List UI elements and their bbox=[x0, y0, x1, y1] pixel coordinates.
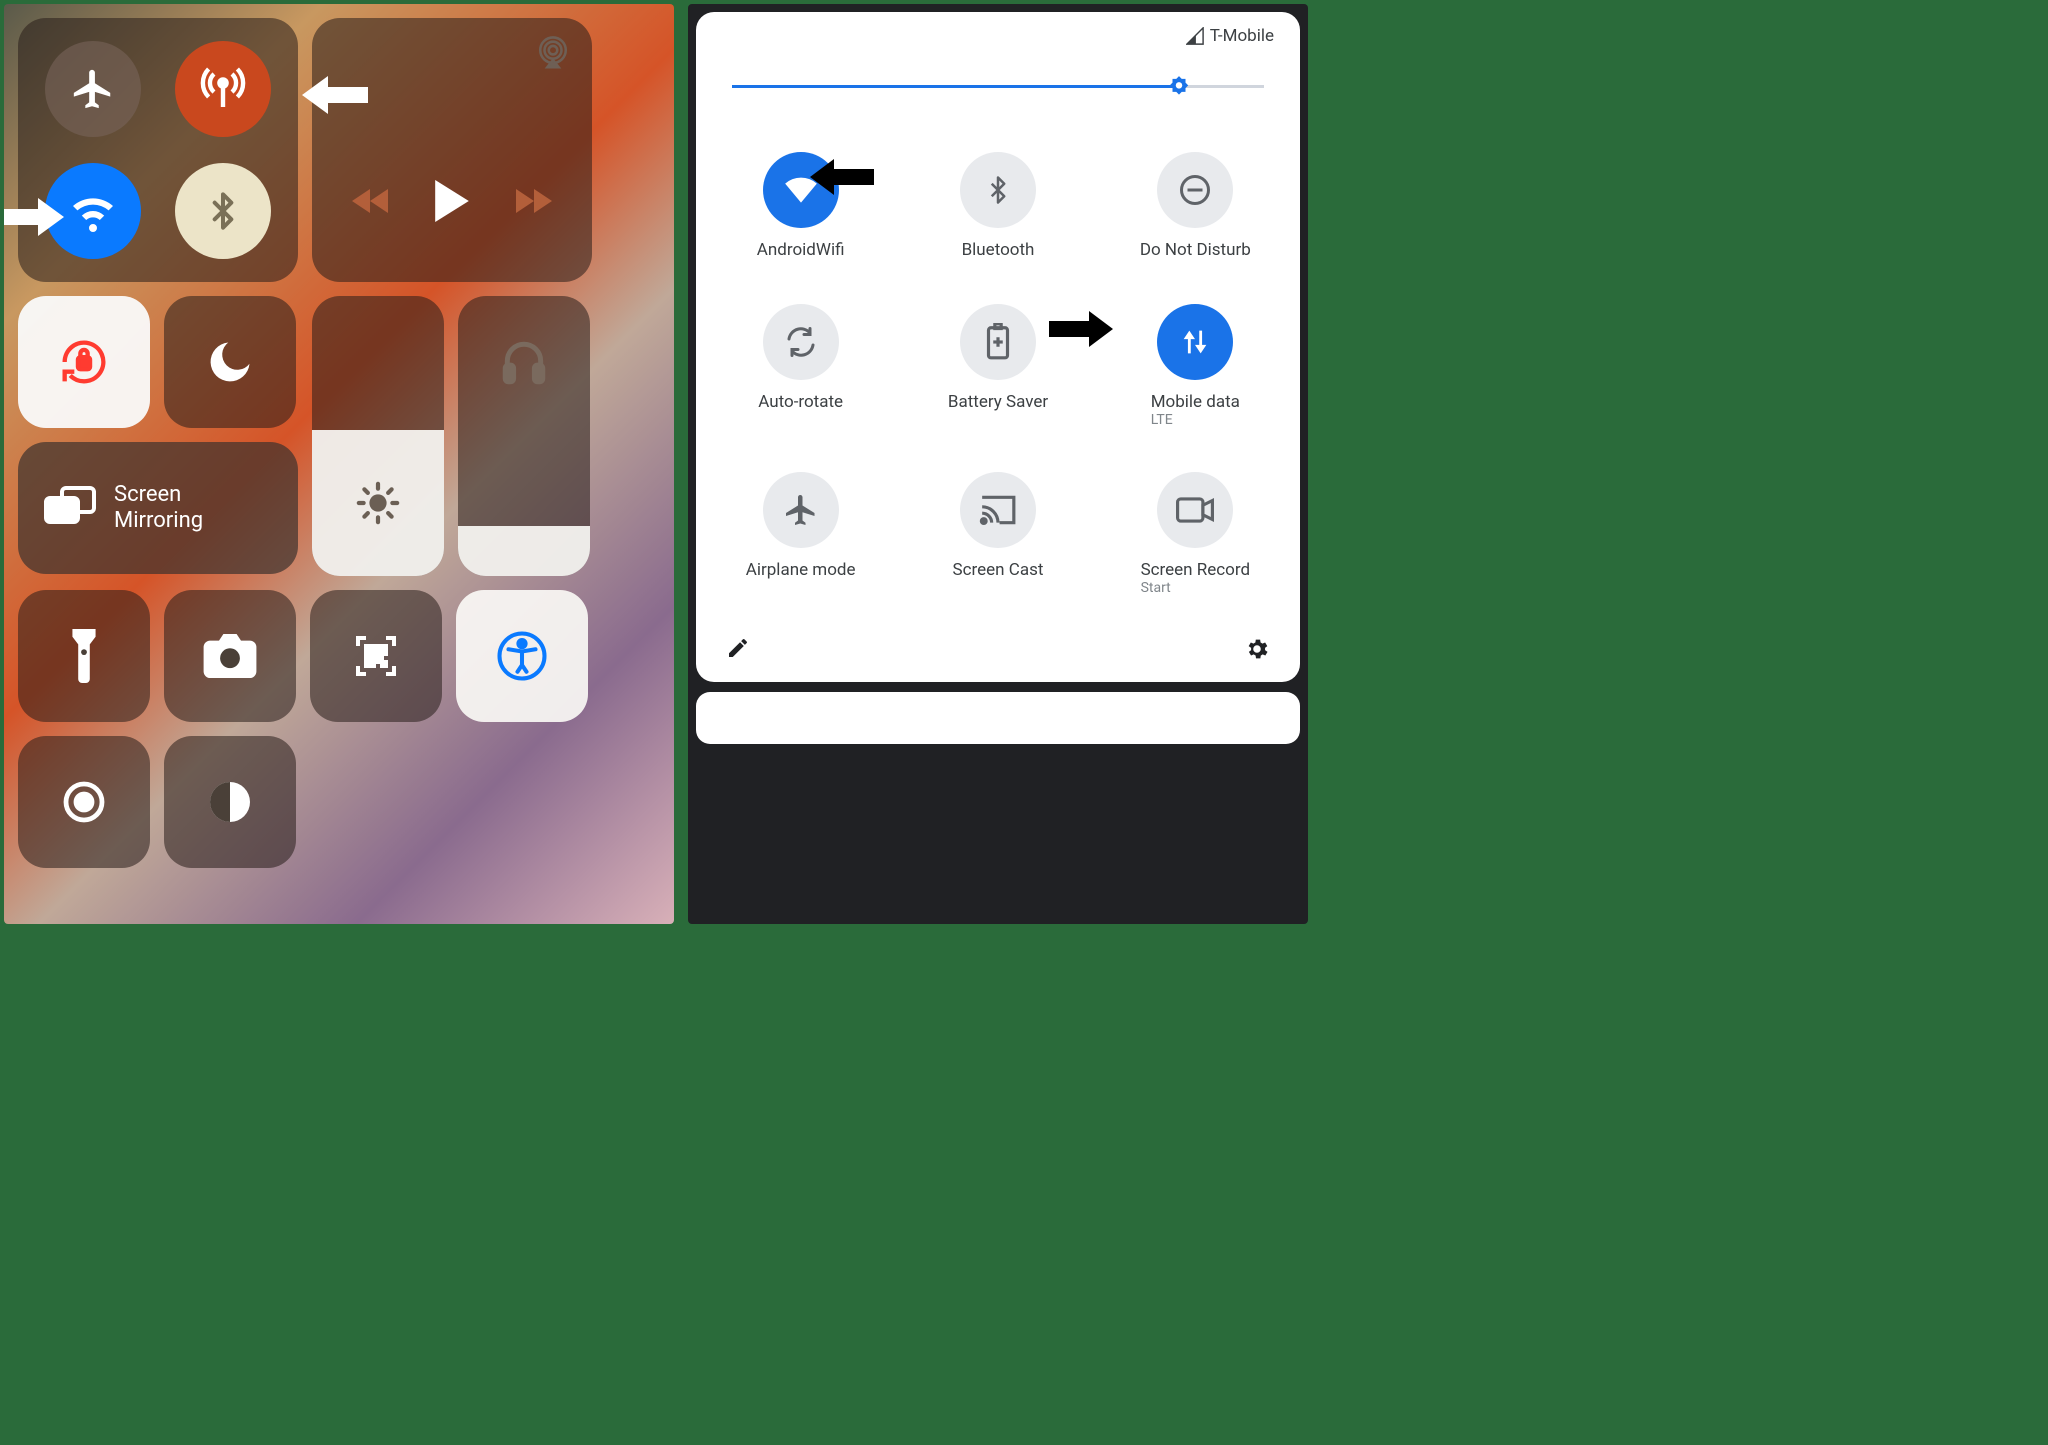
screen-record-button[interactable] bbox=[18, 736, 150, 868]
annotation-arrow-mobiledata bbox=[1049, 308, 1113, 354]
record-label: Screen Record bbox=[1141, 560, 1251, 580]
annotation-arrow-cellular bbox=[302, 72, 368, 122]
orientation-lock-toggle[interactable] bbox=[18, 296, 150, 428]
airplane-mode-toggle[interactable] bbox=[45, 41, 141, 137]
edit-tiles-button[interactable] bbox=[726, 636, 750, 666]
settings-button[interactable] bbox=[1244, 636, 1270, 666]
quick-settings-card: T-Mobile AndroidWifi Bluetooth bbox=[696, 12, 1300, 682]
wifi-icon bbox=[69, 187, 117, 235]
forward-button[interactable] bbox=[516, 186, 552, 216]
annotation-arrow-wifi bbox=[810, 156, 874, 202]
bluetooth-label: Bluetooth bbox=[962, 240, 1035, 260]
dnd-icon bbox=[1177, 172, 1213, 208]
record-icon bbox=[60, 778, 108, 826]
cast-label: Screen Cast bbox=[953, 560, 1044, 580]
camera-button[interactable] bbox=[164, 590, 296, 722]
contrast-icon bbox=[206, 778, 254, 826]
qr-scanner-button[interactable] bbox=[310, 590, 442, 722]
play-button[interactable] bbox=[434, 180, 470, 222]
rotation-lock-icon bbox=[55, 333, 113, 391]
record-video-icon bbox=[1176, 496, 1214, 524]
rewind-button[interactable] bbox=[352, 186, 388, 216]
carrier-label: T-Mobile bbox=[1210, 26, 1274, 46]
screen-mirroring-label: Screen Mirroring bbox=[114, 482, 203, 535]
flashlight-icon bbox=[67, 629, 101, 683]
screen-mirroring-icon bbox=[44, 486, 96, 530]
autorotate-icon bbox=[783, 324, 819, 360]
flashlight-button[interactable] bbox=[18, 590, 150, 722]
cellular-data-toggle[interactable] bbox=[175, 41, 271, 137]
cast-tile[interactable]: Screen Cast bbox=[919, 472, 1076, 596]
dnd-label: Do Not Disturb bbox=[1140, 240, 1251, 260]
bluetooth-tile[interactable]: Bluetooth bbox=[919, 152, 1076, 260]
qr-code-icon bbox=[352, 632, 400, 680]
airplane-icon bbox=[783, 492, 819, 528]
record-sublabel: Start bbox=[1141, 580, 1251, 596]
airplane-icon bbox=[70, 66, 116, 112]
battery-saver-label: Battery Saver bbox=[948, 392, 1048, 412]
moon-icon bbox=[204, 336, 256, 388]
signal-icon bbox=[1186, 27, 1204, 45]
android-quick-settings: T-Mobile AndroidWifi Bluetooth bbox=[688, 4, 1308, 924]
battery-saver-icon bbox=[985, 323, 1011, 361]
screen-mirroring-button[interactable]: Screen Mirroring bbox=[18, 442, 298, 574]
headphones-icon bbox=[499, 338, 549, 388]
media-tile bbox=[312, 18, 592, 282]
annotation-arrow-wifi bbox=[4, 194, 64, 244]
brightness-slider[interactable] bbox=[312, 296, 444, 576]
mobile-data-sublabel: LTE bbox=[1151, 412, 1240, 428]
accessibility-button[interactable] bbox=[456, 590, 588, 722]
do-not-disturb-toggle[interactable] bbox=[164, 296, 296, 428]
sun-icon bbox=[355, 480, 401, 526]
notification-bar[interactable] bbox=[696, 692, 1300, 744]
autorotate-tile[interactable]: Auto-rotate bbox=[722, 304, 879, 428]
pencil-icon bbox=[726, 636, 750, 660]
bluetooth-icon bbox=[203, 186, 243, 236]
status-bar: T-Mobile bbox=[722, 26, 1274, 46]
camera-icon bbox=[203, 634, 257, 678]
mobile-data-label: Mobile data bbox=[1151, 392, 1240, 412]
screen-record-tile[interactable]: Screen RecordStart bbox=[1117, 472, 1274, 596]
cellular-antenna-icon bbox=[199, 65, 247, 113]
dnd-tile[interactable]: Do Not Disturb bbox=[1117, 152, 1274, 260]
autorotate-label: Auto-rotate bbox=[758, 392, 843, 412]
mobile-data-tile[interactable]: Mobile dataLTE bbox=[1117, 304, 1274, 428]
volume-slider[interactable] bbox=[458, 296, 590, 576]
accessibility-icon bbox=[495, 629, 549, 683]
gear-icon bbox=[1244, 636, 1270, 662]
dark-mode-button[interactable] bbox=[164, 736, 296, 868]
brightness-slider[interactable] bbox=[732, 74, 1264, 98]
wifi-tile[interactable]: AndroidWifi bbox=[722, 152, 879, 260]
wifi-label: AndroidWifi bbox=[757, 240, 845, 260]
airplane-label: Airplane mode bbox=[746, 560, 856, 580]
brightness-thumb-icon bbox=[1166, 74, 1192, 100]
bluetooth-toggle[interactable] bbox=[175, 163, 271, 259]
bluetooth-icon bbox=[983, 172, 1013, 208]
cast-icon bbox=[979, 494, 1017, 526]
data-arrows-icon bbox=[1180, 325, 1210, 359]
airplay-audio-icon[interactable] bbox=[536, 36, 570, 74]
ios-control-center: Screen Mirroring bbox=[4, 4, 674, 924]
airplane-tile[interactable]: Airplane mode bbox=[722, 472, 879, 596]
